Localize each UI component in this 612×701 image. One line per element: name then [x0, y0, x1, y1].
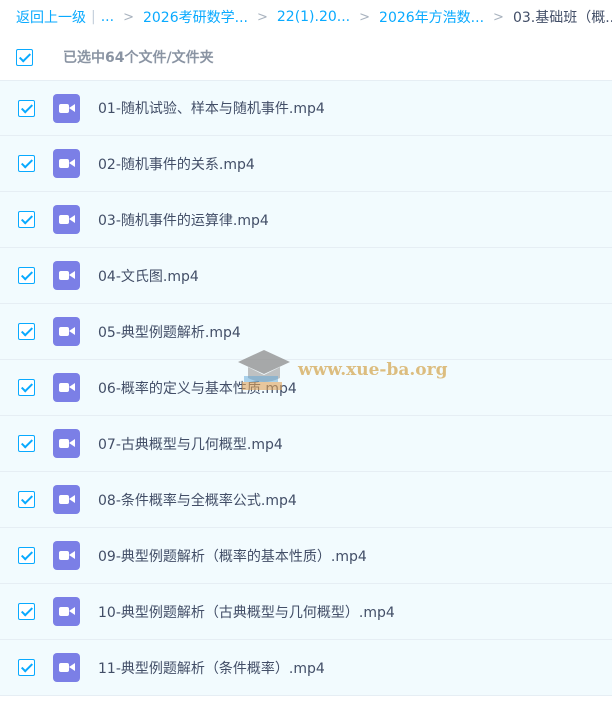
file-row[interactable]: 03-随机事件的运算律.mp4 — [0, 192, 612, 248]
breadcrumb-ellipsis[interactable]: ... — [101, 9, 114, 25]
file-name[interactable]: 07-古典概型与几何概型.mp4 — [98, 434, 283, 454]
breadcrumb-divider: | — [91, 9, 96, 25]
camera-body-shape — [59, 383, 69, 392]
file-checkbox[interactable] — [18, 379, 35, 396]
file-checkbox[interactable] — [18, 547, 35, 564]
camera-lens-shape — [69, 327, 75, 335]
camera-lens-shape — [69, 215, 75, 223]
camera-lens-shape — [69, 103, 75, 112]
camera-body-shape — [59, 159, 69, 168]
camera-lens-shape — [69, 607, 75, 615]
video-icon — [53, 93, 80, 123]
camera-lens-shape — [69, 383, 75, 391]
file-name[interactable]: 02-随机事件的关系.mp4 — [98, 154, 255, 174]
file-name[interactable]: 06-概率的定义与基本性质.mp4 — [98, 378, 297, 398]
file-checkbox[interactable] — [18, 211, 35, 228]
video-icon — [53, 317, 80, 346]
file-checkbox[interactable] — [18, 155, 35, 172]
file-name[interactable]: 10-典型例题解析（古典概型与几何概型）.mp4 — [98, 602, 395, 622]
file-row[interactable]: 06-概率的定义与基本性质.mp4 — [0, 360, 612, 416]
breadcrumb: 返回上一级 | ... > 2026考研数学... > 22(1).20... … — [0, 0, 612, 34]
file-name[interactable]: 08-条件概率与全概率公式.mp4 — [98, 490, 297, 510]
video-icon — [53, 149, 80, 178]
camera-body-shape — [59, 103, 69, 113]
file-row[interactable]: 09-典型例题解析（概率的基本性质）.mp4 — [0, 528, 612, 584]
selection-summary: 已选中64个文件/文件夹 — [63, 50, 214, 66]
breadcrumb-separator: > — [123, 9, 134, 25]
file-checkbox[interactable] — [18, 267, 35, 284]
file-row[interactable]: 10-典型例题解析（古典概型与几何概型）.mp4 — [0, 584, 612, 640]
file-checkbox[interactable] — [18, 99, 35, 117]
camera-lens-shape — [69, 551, 75, 559]
file-name[interactable]: 04-文氏图.mp4 — [98, 266, 199, 286]
camera-lens-shape — [69, 495, 75, 503]
camera-body-shape — [59, 271, 69, 280]
breadcrumb-current: 03.基础班（概... — [512, 10, 612, 26]
select-all-checkbox[interactable] — [16, 48, 33, 66]
camera-body-shape — [59, 607, 69, 616]
file-row[interactable]: 11-典型例题解析（条件概率）.mp4 — [0, 640, 612, 696]
file-name[interactable]: 11-典型例题解析（条件概率）.mp4 — [98, 658, 325, 678]
camera-lens-shape — [69, 663, 75, 671]
file-checkbox[interactable] — [18, 491, 35, 508]
video-icon — [53, 597, 80, 626]
file-list: 01-随机试验、样本与随机事件.mp4 02-随机事件的关系.mp4 03-随机事件… — [0, 80, 612, 696]
camera-body-shape — [59, 327, 69, 336]
video-icon — [53, 541, 80, 570]
breadcrumb-separator: > — [493, 9, 504, 25]
file-row[interactable]: 04-文氏图.mp4 — [0, 248, 612, 304]
camera-body-shape — [59, 439, 69, 448]
file-name[interactable]: 09-典型例题解析（概率的基本性质）.mp4 — [98, 546, 367, 566]
video-icon — [53, 373, 80, 402]
camera-lens-shape — [69, 439, 75, 447]
file-name[interactable]: 01-随机试验、样本与随机事件.mp4 — [98, 98, 325, 118]
camera-lens-shape — [69, 271, 75, 279]
video-icon — [53, 429, 80, 458]
camera-body-shape — [59, 215, 69, 224]
file-name[interactable]: 05-典型例题解析.mp4 — [98, 322, 241, 342]
breadcrumb-item-3[interactable]: 2026年方浩数... — [379, 7, 484, 27]
video-icon — [53, 205, 80, 234]
file-row[interactable]: 01-随机试验、样本与随机事件.mp4 — [0, 80, 612, 136]
file-checkbox[interactable] — [18, 603, 35, 620]
video-icon — [53, 261, 80, 290]
file-row[interactable]: 07-古典概型与几何概型.mp4 — [0, 416, 612, 472]
file-name[interactable]: 03-随机事件的运算律.mp4 — [98, 210, 269, 230]
breadcrumb-separator: > — [256, 9, 268, 25]
file-row[interactable]: 05-典型例题解析.mp4 — [0, 304, 612, 360]
file-row[interactable]: 08-条件概率与全概率公式.mp4 — [0, 472, 612, 528]
breadcrumb-item-2[interactable]: 22(1).20... — [277, 9, 350, 25]
breadcrumb-separator: > — [359, 9, 371, 25]
file-checkbox[interactable] — [18, 323, 35, 340]
camera-body-shape — [59, 551, 69, 560]
selection-bar: 已选中64个文件/文件夹 — [0, 34, 612, 80]
back-link[interactable]: 返回上一级 — [16, 7, 86, 27]
file-row[interactable]: 02-随机事件的关系.mp4 — [0, 136, 612, 192]
breadcrumb-item-1[interactable]: 2026考研数学... — [143, 7, 248, 27]
file-checkbox[interactable] — [18, 659, 35, 676]
file-checkbox[interactable] — [18, 435, 35, 452]
camera-body-shape — [59, 663, 69, 672]
video-icon — [53, 653, 80, 682]
camera-lens-shape — [69, 159, 75, 167]
video-icon — [53, 485, 80, 514]
camera-body-shape — [59, 495, 69, 504]
